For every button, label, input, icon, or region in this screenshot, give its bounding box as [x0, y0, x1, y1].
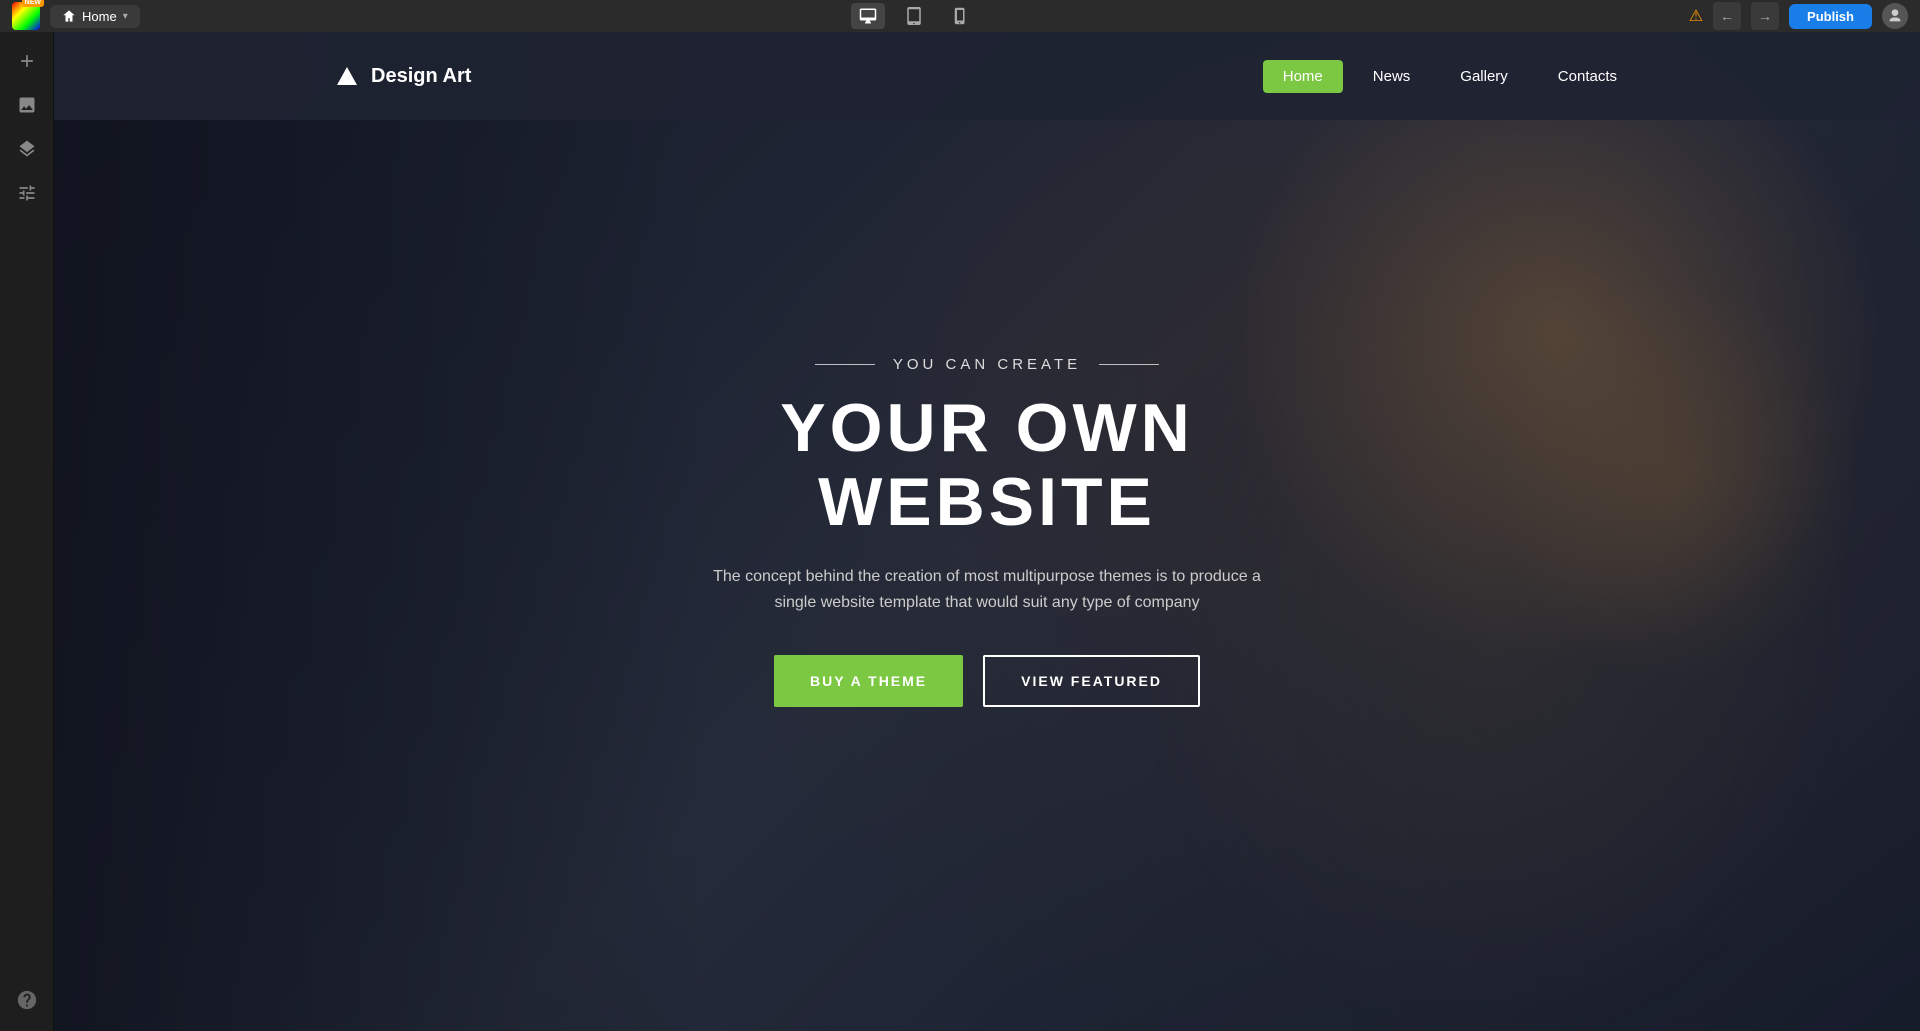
user-avatar[interactable]	[1882, 3, 1908, 29]
sidebar-item-layers[interactable]	[8, 130, 46, 168]
nav-item-home[interactable]: Home	[1263, 60, 1343, 93]
hero-description: The concept behind the creation of most …	[707, 564, 1267, 615]
warning-icon[interactable]: ⚠	[1689, 6, 1703, 26]
chevron-down-icon: ▾	[123, 11, 128, 22]
sidebar-item-add[interactable]	[8, 42, 46, 80]
redo-button[interactable]: →	[1751, 2, 1779, 30]
hero-buttons: BUY A THEME VIEW FEATURED	[657, 655, 1317, 707]
sidebar-item-settings[interactable]	[8, 174, 46, 212]
logo-triangle-icon	[337, 67, 357, 85]
left-sidebar	[0, 32, 54, 1031]
buy-theme-button[interactable]: BUY A THEME	[774, 655, 963, 707]
nav-item-gallery[interactable]: Gallery	[1440, 60, 1528, 93]
hero-section: Design Art Home News Gallery Contacts	[54, 32, 1920, 1031]
subtitle-line-left	[815, 364, 875, 365]
site-header: Design Art Home News Gallery Contacts	[54, 32, 1920, 120]
website-preview: Design Art Home News Gallery Contacts	[54, 32, 1920, 1031]
home-tab[interactable]: Home ▾	[50, 5, 140, 28]
desktop-device-button[interactable]	[851, 3, 885, 29]
tablet-device-button[interactable]	[897, 3, 931, 29]
hero-content: YOU CAN CREATE YOUR OWN WEBSITE The conc…	[637, 356, 1337, 708]
hero-title: YOUR OWN WEBSITE	[657, 391, 1317, 541]
sidebar-item-media[interactable]	[8, 86, 46, 124]
logo-badge: NEW	[22, 0, 44, 7]
publish-button[interactable]: Publish	[1789, 4, 1872, 29]
mobile-device-button[interactable]	[943, 3, 977, 29]
device-switcher	[851, 3, 977, 29]
undo-button[interactable]: ←	[1713, 2, 1741, 30]
hero-overlay	[54, 32, 707, 1031]
os-top-bar: NEW Home ▾ ⚠ ← → Publish	[0, 0, 1920, 32]
nav-item-news[interactable]: News	[1353, 60, 1431, 93]
view-featured-button[interactable]: VIEW FEATURED	[983, 655, 1200, 707]
hero-subtitle: YOU CAN CREATE	[657, 356, 1317, 373]
site-header-inner: Design Art Home News Gallery Contacts	[337, 60, 1637, 93]
site-nav: Home News Gallery Contacts	[1263, 60, 1637, 93]
canvas-area: Design Art Home News Gallery Contacts	[54, 32, 1920, 1031]
app-logo[interactable]: NEW	[12, 2, 40, 30]
subtitle-line-right	[1099, 364, 1159, 365]
os-bar-left: NEW Home ▾	[12, 2, 140, 30]
editor-layout: Design Art Home News Gallery Contacts	[0, 32, 1920, 1031]
hero-subtitle-text: YOU CAN CREATE	[893, 356, 1081, 373]
help-button[interactable]	[8, 981, 46, 1019]
site-logo[interactable]: Design Art	[337, 65, 471, 88]
os-bar-right: ⚠ ← → Publish	[1689, 2, 1908, 30]
home-tab-label: Home	[82, 9, 117, 24]
site-logo-text: Design Art	[371, 65, 471, 88]
nav-item-contacts[interactable]: Contacts	[1538, 60, 1637, 93]
